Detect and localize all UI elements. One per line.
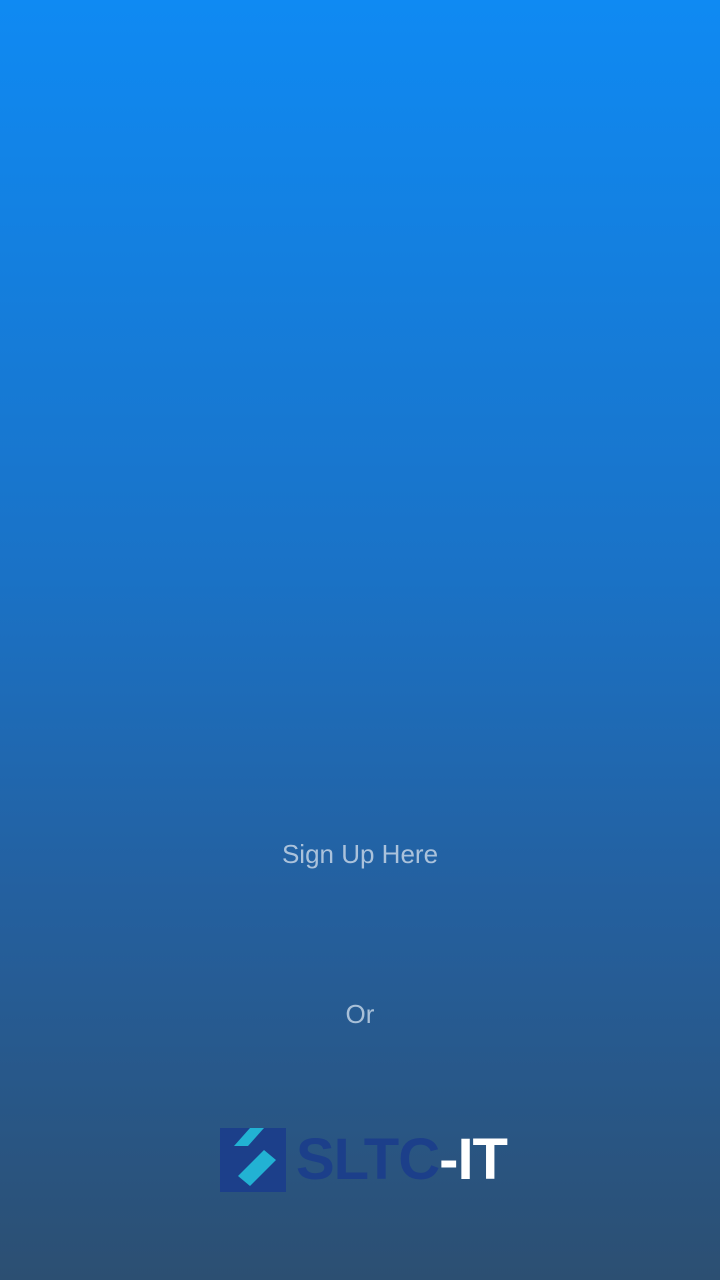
- brand-logo: SLTC-IT: [220, 1128, 520, 1192]
- sltc-logo-icon: [220, 1128, 286, 1192]
- sign-up-link[interactable]: Sign Up Here: [0, 838, 720, 870]
- or-divider-text: Or: [345, 999, 375, 1029]
- brand-logo-text-primary: SLTC: [296, 1127, 440, 1192]
- brand-logo-text-secondary: -IT: [439, 1127, 508, 1192]
- brand-logo-text: SLTC-IT: [296, 1127, 508, 1192]
